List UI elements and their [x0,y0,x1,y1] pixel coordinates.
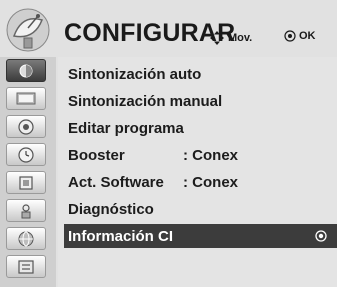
globe-icon [18,231,34,246]
speaker-icon [18,118,34,135]
menu-item-label: Editar programa [68,119,184,137]
menu-item-label: Act. Software [68,173,164,191]
settings-menu: Sintonización auto Sintonización manual … [58,57,337,287]
move-hint-label: Mov. [228,32,253,44]
sidebar-item-input[interactable] [6,199,46,222]
move-hint: Mov. [209,30,252,46]
sidebar-item-lock[interactable] [6,171,46,194]
sidebar-item-time[interactable] [6,143,46,166]
menu-item-manual-tuning[interactable]: Sintonización manual [64,89,337,113]
sidebar-item-language[interactable] [6,227,46,250]
menu-item-edit-programme[interactable]: Editar programa [64,116,337,140]
tv-screen-icon [16,92,36,104]
menu-header: CONFIGURAR Mov. OK [0,0,337,57]
menu-item-label: Booster [68,146,125,164]
menu-item-software-update[interactable]: Act. Software : Conex [64,170,337,194]
clock-icon [18,146,34,163]
category-sidebar [0,57,56,287]
dpad-icon [210,31,224,45]
ok-hint-label: OK [299,30,316,42]
ok-indicator-icon [315,230,327,242]
menu-item-booster[interactable]: Booster : Conex [64,143,337,167]
menu-item-value: : Conex [183,146,239,164]
menu-item-value: : Conex [183,173,239,191]
menu-item-label: Diagnóstico [68,200,154,218]
options-icon [18,259,34,274]
ok-hint: OK [284,30,316,42]
sidebar-item-screen[interactable] [6,87,46,110]
input-icon [21,203,31,218]
lock-icon [19,175,33,190]
menu-item-ci-information[interactable]: Información CI [64,224,337,248]
menu-item-auto-tuning[interactable]: Sintonización auto [64,62,337,86]
picture-icon [19,64,33,77]
menu-item-label: Sintonización auto [68,65,202,83]
menu-item-label: Sintonización manual [68,92,223,110]
osd-menu: CONFIGURAR Mov. OK Sintonización auto Si… [0,0,337,287]
sidebar-item-audio[interactable] [6,115,46,138]
sidebar-item-picture[interactable] [6,59,46,82]
menu-item-label: Información CI [68,227,174,245]
ok-button-icon [284,30,296,42]
sidebar-item-options[interactable] [6,255,46,278]
menu-item-diagnostics[interactable]: Diagnóstico [64,197,337,221]
satellite-dish-icon [4,6,52,54]
